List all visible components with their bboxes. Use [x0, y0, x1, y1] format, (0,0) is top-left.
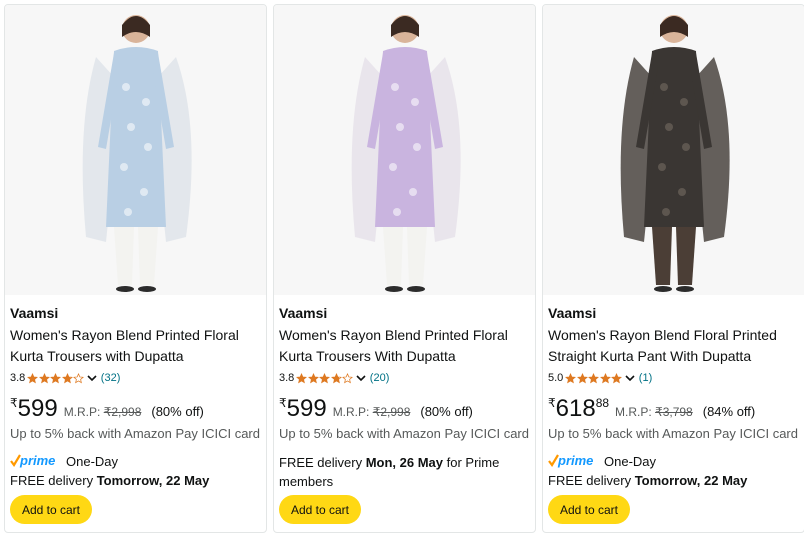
- rating-value: 5.0: [548, 372, 564, 384]
- star-icon: [307, 372, 319, 383]
- review-count-link[interactable]: (20): [370, 372, 390, 384]
- star-icon: [611, 372, 623, 383]
- product-brand: Vaamsi: [279, 305, 328, 321]
- prime-logo-icon: prime: [10, 453, 62, 469]
- product-image[interactable]: [543, 5, 804, 295]
- product-title-link[interactable]: Women's Rayon Blend Printed Floral Kurta…: [10, 325, 262, 367]
- delivery-info: FREE delivery Tomorrow, 22 May: [10, 471, 260, 490]
- add-to-cart-button[interactable]: Add to cart: [548, 495, 630, 524]
- delivery-date: Mon, 26 May: [365, 455, 443, 470]
- prime-badge: prime One-Day: [548, 453, 656, 469]
- mrp-label: M.R.P:: [332, 405, 370, 419]
- product-card[interactable]: Vaamsi Women's Rayon Blend Printed Flora…: [273, 4, 536, 533]
- delivery-info: FREE delivery Tomorrow, 22 May: [548, 471, 798, 490]
- prime-delivery-speed: One-Day: [604, 453, 657, 469]
- star-icon: [296, 372, 308, 383]
- star-icon: [576, 372, 588, 383]
- star-icon: [565, 372, 577, 383]
- star-icon: [61, 372, 73, 383]
- svg-text:prime: prime: [557, 453, 593, 468]
- model-illustration: [620, 15, 730, 292]
- delivery-prefix: FREE delivery: [548, 473, 635, 488]
- product-title-link[interactable]: Women's Rayon Blend Floral Printed Strai…: [548, 325, 800, 367]
- price[interactable]: ₹ 599 M.R.P: ₹2,998 (80% off): [10, 395, 204, 423]
- review-count-link[interactable]: (1): [639, 372, 652, 384]
- price-fraction: 88: [595, 396, 610, 410]
- delivery-date: Tomorrow, 22 May: [634, 473, 748, 488]
- discount: (80% off): [151, 404, 204, 419]
- mrp: M.R.P: ₹2,998: [333, 405, 411, 419]
- product-grid: Vaamsi Women's Rayon Blend Printed Flora…: [0, 0, 804, 537]
- mrp-value: ₹2,998: [103, 405, 142, 419]
- rating-stars[interactable]: [27, 372, 85, 384]
- price[interactable]: ₹ 618 88 M.R.P: ₹3,798 (84% off): [548, 395, 755, 423]
- price-whole: 599: [286, 395, 327, 422]
- mrp-value: ₹2,998: [372, 405, 411, 419]
- prime-delivery-speed: One-Day: [66, 453, 119, 469]
- delivery-prefix: FREE delivery: [10, 473, 97, 488]
- price-whole: 618: [555, 395, 596, 422]
- chevron-down-icon[interactable]: [87, 373, 97, 383]
- delivery-info: FREE delivery Mon, 26 May for Prime memb…: [279, 453, 529, 491]
- model-illustration: [351, 15, 461, 292]
- mrp-label: M.R.P:: [63, 405, 101, 419]
- product-brand: Vaamsi: [548, 305, 597, 321]
- star-icon: [599, 372, 611, 383]
- mrp: M.R.P: ₹3,798: [615, 405, 693, 419]
- mrp: M.R.P: ₹2,998: [64, 405, 142, 419]
- product-image[interactable]: [274, 5, 535, 295]
- price-currency: ₹: [279, 396, 287, 410]
- cashback-offer: Up to 5% back with Amazon Pay ICICI card: [10, 426, 260, 441]
- star-icon: [342, 372, 354, 383]
- rating-stars[interactable]: [565, 372, 623, 384]
- product-title-link[interactable]: Women's Rayon Blend Printed Floral Kurta…: [279, 325, 531, 367]
- price-currency: ₹: [10, 396, 18, 410]
- rating-value: 3.8: [10, 372, 26, 384]
- model-illustration: [82, 15, 192, 292]
- product-brand: Vaamsi: [10, 305, 59, 321]
- chevron-down-icon[interactable]: [356, 373, 366, 383]
- review-count-link[interactable]: (32): [101, 372, 121, 384]
- mrp-label: M.R.P:: [615, 405, 652, 419]
- star-icon: [319, 372, 331, 383]
- rating-row[interactable]: 3.8 (20): [279, 372, 389, 384]
- star-icon: [73, 372, 85, 383]
- delivery-date: Tomorrow, 22 May: [96, 473, 210, 488]
- prime-logo-icon: prime: [548, 453, 600, 469]
- star-icon: [27, 372, 39, 383]
- price-whole: 599: [17, 395, 58, 422]
- product-image[interactable]: [5, 5, 266, 295]
- star-icon: [330, 372, 342, 383]
- star-icon: [588, 372, 600, 383]
- star-icon: [50, 372, 62, 383]
- mrp-value: ₹3,798: [655, 405, 693, 419]
- discount: (80% off): [420, 404, 473, 419]
- prime-badge: prime One-Day: [10, 453, 118, 469]
- discount: (84% off): [702, 404, 756, 419]
- price-currency: ₹: [548, 396, 556, 410]
- star-icon: [38, 372, 50, 383]
- add-to-cart-button[interactable]: Add to cart: [279, 495, 361, 524]
- rating-row[interactable]: 3.8 (32): [10, 372, 120, 384]
- chevron-down-icon[interactable]: [625, 373, 635, 383]
- add-to-cart-button[interactable]: Add to cart: [10, 495, 92, 524]
- cashback-offer: Up to 5% back with Amazon Pay ICICI card: [548, 426, 798, 441]
- price[interactable]: ₹ 599 M.R.P: ₹2,998 (80% off): [279, 395, 473, 423]
- rating-value: 3.8: [279, 372, 295, 384]
- delivery-prefix: FREE delivery: [279, 455, 366, 470]
- rating-stars[interactable]: [296, 372, 354, 384]
- product-card[interactable]: Vaamsi Women's Rayon Blend Printed Flora…: [4, 4, 267, 533]
- product-card[interactable]: Vaamsi Women's Rayon Blend Floral Printe…: [542, 4, 804, 533]
- rating-row[interactable]: 5.0 (1): [548, 372, 652, 384]
- svg-text:prime: prime: [19, 453, 55, 468]
- cashback-offer: Up to 5% back with Amazon Pay ICICI card: [279, 426, 529, 441]
